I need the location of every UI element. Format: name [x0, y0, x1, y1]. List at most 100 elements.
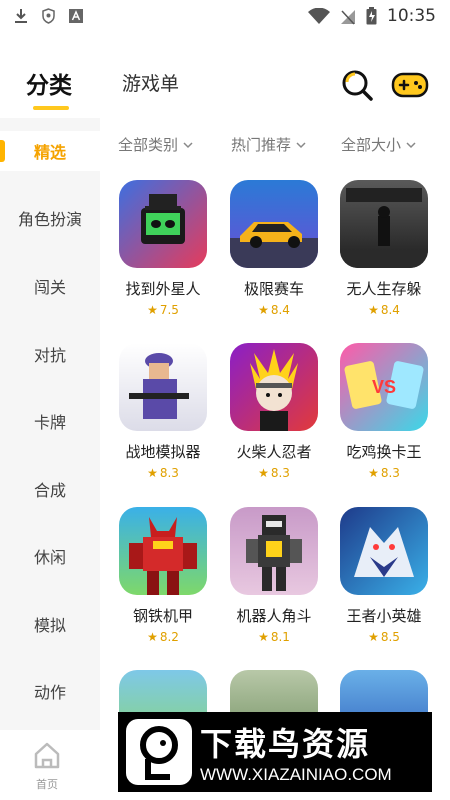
sidebar-item-featured[interactable]: 精选 [0, 131, 100, 171]
star-icon: ★ [368, 303, 379, 317]
search-icon[interactable] [340, 68, 374, 102]
bird-logo-icon [126, 719, 192, 785]
battery-charging-icon [366, 7, 377, 25]
tab-game-list[interactable]: 游戏单 [122, 69, 179, 96]
game-name: 王者小英雄 [346, 607, 422, 625]
home-label: 首页 [36, 778, 58, 791]
sidebar-item-label: 模拟 [33, 616, 66, 635]
sidebar-item-versus[interactable]: 对抗 [0, 334, 100, 374]
sidebar-item-action[interactable]: 动作 [0, 671, 100, 711]
sidebar-item-adventure[interactable]: 闯关 [0, 266, 100, 306]
game-name: 火柴人忍者 [236, 443, 312, 461]
download-icon [15, 9, 27, 23]
sidebar-item-label: 精选 [33, 143, 66, 162]
filter-label: 热门推荐 [231, 136, 292, 154]
active-marker [0, 140, 5, 162]
star-icon: ★ [258, 303, 269, 317]
game-rating: ★ 8.3 [113, 466, 213, 480]
sidebar-item-label: 对抗 [33, 346, 66, 365]
rating-value: 8.4 [270, 303, 290, 317]
sidebar-item-label: 角色扮演 [17, 210, 82, 229]
tab-underline [33, 106, 69, 110]
home-icon[interactable] [32, 740, 62, 770]
game-card[interactable]: 机器人角斗 ★ 8.1 [224, 507, 324, 644]
game-card[interactable]: VS 吃鸡换卡王 ★ 8.3 [334, 343, 434, 480]
sidebar-item-label: 休闲 [33, 548, 66, 567]
star-icon: ★ [368, 466, 379, 480]
rating-value: 8.5 [380, 630, 400, 644]
rating-value: 8.2 [159, 630, 179, 644]
game-name: 极限赛车 [243, 280, 304, 298]
game-card[interactable]: 钢铁机甲 ★ 8.2 [113, 507, 213, 644]
game-rating: ★ 8.1 [224, 630, 324, 644]
sidebar-item-cards[interactable]: 卡牌 [0, 401, 100, 441]
game-name: 找到外星人 [125, 280, 201, 298]
watermark-title: 下载鸟资源 [200, 725, 371, 763]
status-bar: 10:35 [0, 0, 450, 32]
game-rating: ★ 8.4 [224, 303, 324, 317]
watermark-banner: 下载鸟资源 WWW.XIAZAINIAO.COM [118, 712, 432, 792]
tab-category[interactable]: 分类 [26, 66, 72, 100]
rating-value: 7.5 [159, 303, 179, 317]
game-name: 吃鸡换卡王 [346, 443, 422, 461]
rating-value: 8.4 [380, 303, 400, 317]
sidebar-item-label: 动作 [33, 683, 66, 702]
sidebar-item-casual[interactable]: 休闲 [0, 536, 100, 576]
filter-label: 全部类别 [118, 136, 179, 154]
gamepad-icon[interactable] [391, 67, 429, 101]
chevron-down-icon [406, 141, 416, 148]
filter-category[interactable]: 全部类别 [118, 134, 194, 155]
filter-size[interactable]: 全部大小 [341, 134, 417, 155]
star-icon: ★ [147, 303, 158, 317]
game-icon-hero [340, 507, 428, 595]
wifi-icon [308, 7, 330, 24]
rating-value: 8.3 [270, 466, 290, 480]
game-name: 钢铁机甲 [132, 607, 193, 625]
game-rating: ★ 8.4 [334, 303, 434, 317]
header: 分类 游戏单 [0, 58, 450, 118]
game-rating: ★ 8.5 [334, 630, 434, 644]
rating-value: 8.1 [270, 630, 290, 644]
star-icon: ★ [258, 466, 269, 480]
star-icon: ★ [368, 630, 379, 644]
game-icon-mech [119, 507, 207, 595]
game-card[interactable]: 找到外星人 ★ 7.5 [113, 180, 213, 317]
game-card[interactable]: 无人生存躲 ★ 8.4 [334, 180, 434, 317]
game-name: 战地模拟器 [125, 443, 201, 461]
filter-label: 全部大小 [341, 136, 402, 154]
svg-text:VS: VS [372, 377, 396, 397]
star-icon: ★ [147, 630, 158, 644]
rating-value: 8.3 [159, 466, 179, 480]
game-name: 无人生存躲 [346, 280, 422, 298]
sidebar-item-label: 合成 [33, 481, 66, 500]
game-icon-alien [119, 180, 207, 268]
font-icon [69, 9, 83, 23]
filter-sort[interactable]: 热门推荐 [231, 134, 307, 155]
game-card[interactable]: 极限赛车 ★ 8.4 [224, 180, 324, 317]
game-card[interactable]: 火柴人忍者 ★ 8.3 [224, 343, 324, 480]
game-rating: ★ 7.5 [113, 303, 213, 317]
star-icon: ★ [147, 466, 158, 480]
game-rating: ★ 8.3 [334, 466, 434, 480]
watermark-url: WWW.XIAZAINIAO.COM [200, 765, 392, 784]
game-card[interactable]: 战地模拟器 ★ 8.3 [113, 343, 213, 480]
game-icon-racing [230, 180, 318, 268]
shield-icon [42, 8, 55, 24]
game-icon-cards: VS [340, 343, 428, 431]
signal-off-icon [341, 9, 355, 25]
bottom-nav: 首页 [0, 730, 100, 800]
game-icon-battlefield [119, 343, 207, 431]
sidebar-item-roleplay[interactable]: 角色扮演 [0, 198, 100, 238]
chevron-down-icon [183, 141, 193, 148]
game-card[interactable]: 王者小英雄 ★ 8.5 [334, 507, 434, 644]
game-icon-ninja [230, 343, 318, 431]
star-icon: ★ [258, 630, 269, 644]
game-rating: ★ 8.2 [113, 630, 213, 644]
sidebar-item-label: 闯关 [33, 278, 66, 297]
category-sidebar: 精选 角色扮演 闯关 对抗 卡牌 合成 休闲 模拟 动作 [0, 118, 100, 730]
sidebar-item-simulation[interactable]: 模拟 [0, 604, 100, 644]
game-icon-robot [230, 507, 318, 595]
sidebar-item-merge[interactable]: 合成 [0, 469, 100, 509]
chevron-down-icon [296, 141, 306, 148]
status-time: 10:35 [387, 6, 436, 26]
